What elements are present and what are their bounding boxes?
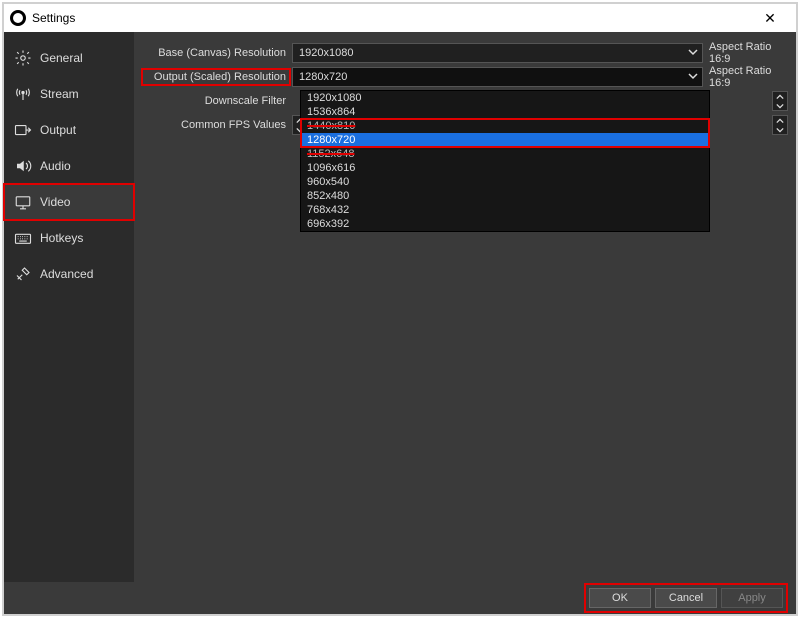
chevron-up-icon bbox=[773, 92, 787, 101]
downscale-spinner[interactable] bbox=[772, 91, 788, 111]
base-resolution-select[interactable]: 1920x1080 bbox=[292, 43, 703, 63]
chevron-up-icon bbox=[773, 116, 787, 125]
footer: OK Cancel Apply bbox=[4, 582, 796, 614]
settings-window: Settings ✕ General Stream Output Audio bbox=[4, 4, 796, 614]
sidebar-label: General bbox=[40, 51, 83, 65]
chevron-down-icon bbox=[773, 125, 787, 134]
output-icon bbox=[14, 121, 32, 139]
apply-button[interactable]: Apply bbox=[721, 588, 783, 608]
base-resolution-value: 1920x1080 bbox=[299, 47, 353, 59]
resolution-option[interactable]: 1152x648 bbox=[301, 147, 709, 161]
sidebar-label: Audio bbox=[40, 159, 71, 173]
sidebar-label: Video bbox=[40, 195, 70, 209]
sidebar-item-output[interactable]: Output bbox=[4, 112, 134, 148]
keyboard-icon bbox=[14, 229, 32, 247]
gear-icon bbox=[14, 49, 32, 67]
sidebar-item-general[interactable]: General bbox=[4, 40, 134, 76]
sidebar-item-hotkeys[interactable]: Hotkeys bbox=[4, 220, 134, 256]
output-aspect-ratio: Aspect Ratio 16:9 bbox=[703, 65, 788, 89]
resolution-option[interactable]: 1920x1080 bbox=[301, 91, 709, 105]
output-resolution-label: Output (Scaled) Resolution bbox=[142, 69, 290, 85]
window-title: Settings bbox=[32, 11, 75, 25]
sidebar-label: Output bbox=[40, 123, 76, 137]
resolution-option[interactable]: 852x480 bbox=[301, 189, 709, 203]
sidebar-item-audio[interactable]: Audio bbox=[4, 148, 134, 184]
resolution-option[interactable]: 1096x616 bbox=[301, 161, 709, 175]
downscale-filter-label: Downscale Filter bbox=[142, 95, 292, 107]
sidebar-label: Advanced bbox=[40, 267, 93, 281]
output-resolution-dropdown: 1920x1080 1536x864 1440x810 1280x720 115… bbox=[300, 90, 710, 232]
broadcast-icon bbox=[14, 85, 32, 103]
output-resolution-value: 1280x720 bbox=[299, 71, 347, 83]
ok-button[interactable]: OK bbox=[589, 588, 651, 608]
titlebar: Settings ✕ bbox=[4, 4, 796, 32]
obs-logo-icon bbox=[10, 10, 26, 26]
monitor-icon bbox=[14, 193, 32, 211]
sidebar-label: Hotkeys bbox=[40, 231, 83, 245]
base-resolution-label: Base (Canvas) Resolution bbox=[142, 47, 292, 59]
output-resolution-select[interactable]: 1280x720 bbox=[292, 67, 703, 87]
resolution-option[interactable]: 696x392 bbox=[301, 217, 709, 231]
cancel-button[interactable]: Cancel bbox=[655, 588, 717, 608]
close-icon: ✕ bbox=[764, 10, 776, 27]
sidebar: General Stream Output Audio Video Hotkey… bbox=[4, 32, 134, 582]
resolution-option-selected[interactable]: 1280x720 bbox=[301, 133, 709, 147]
speaker-icon bbox=[14, 157, 32, 175]
fps-label: Common FPS Values bbox=[142, 119, 292, 131]
chevron-down-icon bbox=[688, 47, 698, 60]
sidebar-item-stream[interactable]: Stream bbox=[4, 76, 134, 112]
chevron-down-icon bbox=[773, 101, 787, 110]
tools-icon bbox=[14, 265, 32, 283]
video-settings-panel: Base (Canvas) Resolution 1920x1080 Aspec… bbox=[134, 32, 796, 582]
fps-value-spinner[interactable] bbox=[772, 115, 788, 135]
chevron-down-icon bbox=[688, 71, 698, 84]
resolution-option[interactable]: 1536x864 bbox=[301, 105, 709, 119]
resolution-option[interactable]: 768x432 bbox=[301, 203, 709, 217]
sidebar-item-advanced[interactable]: Advanced bbox=[4, 256, 134, 292]
close-button[interactable]: ✕ bbox=[750, 4, 790, 32]
sidebar-label: Stream bbox=[40, 87, 79, 101]
sidebar-item-video[interactable]: Video bbox=[4, 184, 134, 220]
resolution-option[interactable]: 960x540 bbox=[301, 175, 709, 189]
resolution-option[interactable]: 1440x810 bbox=[301, 119, 709, 133]
base-aspect-ratio: Aspect Ratio 16:9 bbox=[703, 41, 788, 65]
